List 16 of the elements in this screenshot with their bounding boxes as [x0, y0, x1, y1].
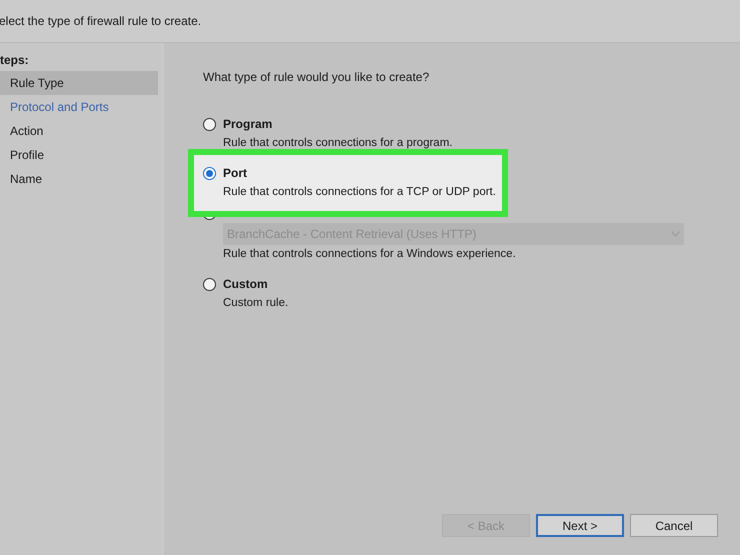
wizard-button[interactable]: Cancel [630, 514, 718, 537]
question-text: What type of rule would you like to create? [203, 69, 430, 86]
chevron-down-icon [671, 231, 680, 237]
option-description: Rule that controls connections for a program. [223, 136, 452, 151]
step-item[interactable]: Rule Type [0, 71, 158, 95]
wizard-button[interactable]: Next > [536, 514, 624, 537]
option-description: Rule that controls connections for a Windows experience. [223, 247, 516, 262]
radio-button[interactable] [203, 278, 216, 290]
radio-button[interactable] [203, 118, 216, 130]
option-description: Custom rule. [223, 296, 288, 311]
steps-heading: teps: [0, 52, 30, 69]
option-label[interactable]: Port [223, 164, 247, 182]
option-label[interactable]: Custom [223, 275, 268, 293]
radio-button[interactable] [203, 166, 216, 180]
option-label[interactable]: Program [223, 115, 272, 133]
option-description: Rule that controls connections for a TCP or UDP port. [223, 185, 496, 200]
